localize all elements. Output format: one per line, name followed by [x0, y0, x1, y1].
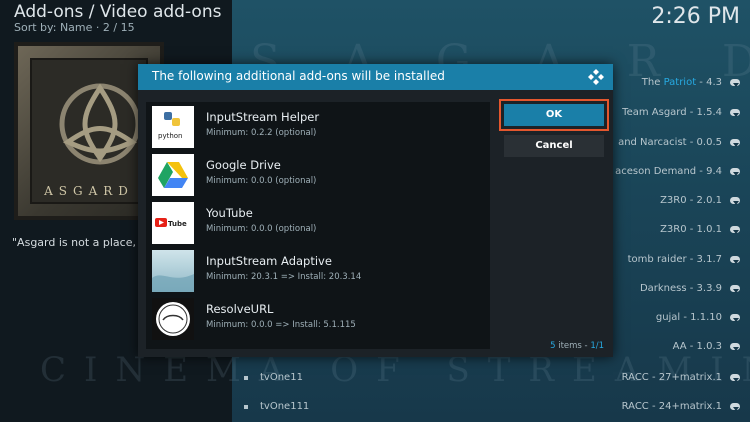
svg-text:python: python: [158, 132, 183, 140]
list-item[interactable]: and Narcacist - 0.0.5: [618, 137, 742, 148]
item-version: Minimum: 0.2.2 (optional): [206, 128, 317, 138]
cloud-download-icon: [728, 225, 742, 235]
item-count-text: items -: [555, 341, 591, 351]
clock: 2:26 PM: [651, 4, 740, 29]
dialog-title: The following additional add-ons will be…: [152, 69, 445, 83]
item-count: 5 items - 1/1: [550, 341, 604, 351]
google-drive-icon: [152, 154, 194, 196]
list-item[interactable]: RACC - 27+matrix.1: [622, 372, 742, 383]
list-item-label: gujal - 1.1.10: [656, 312, 722, 323]
list-item-label: Z3R0 - 1.0.1: [660, 224, 722, 235]
install-dependencies-dialog: The following additional add-ons will be…: [138, 64, 613, 357]
list-item-prefix: The: [641, 77, 664, 88]
cloud-download-icon: [728, 284, 742, 294]
list-item-label: RACC - 27+matrix.1: [621, 372, 722, 383]
list-item[interactable]: AA - 1.0.3: [673, 341, 742, 352]
item-version: Minimum: 0.0.0 (optional): [206, 224, 317, 234]
list-item-label: aceson Demand - 9.4: [615, 166, 722, 177]
list-item-label: tvOne111: [260, 401, 310, 412]
list-item[interactable]: RACC - 24+matrix.1: [622, 401, 742, 412]
addon-items-list[interactable]: python InputStream Helper Minimum: 0.2.2…: [146, 102, 490, 349]
cloud-download-icon: [728, 373, 742, 383]
list-item[interactable]: tvOne111: [244, 401, 309, 412]
list-item[interactable]: Z3R0 - 2.0.1: [660, 195, 742, 206]
list-item-prefix: Darkness - 3.3.9: [639, 283, 722, 294]
list-item[interactable]: The Patriot - 4.3: [642, 77, 742, 88]
list-item-suffix: - 4.3: [696, 77, 722, 88]
list-item-prefix: aceson Demand - 9.4: [615, 166, 722, 177]
cloud-download-icon: [728, 255, 742, 265]
list-item[interactable]: python InputStream Helper Minimum: 0.2.2…: [150, 104, 486, 150]
list-item-label: Z3R0 - 2.0.1: [660, 195, 722, 206]
svg-text:Tube: Tube: [168, 220, 187, 228]
list-item-label: Team Asgard - 1.5.4: [622, 107, 722, 118]
item-version: Minimum: 0.0.0 => Install: 5.1.115: [206, 320, 356, 330]
asgard-triquetra-logo: [59, 83, 141, 165]
list-item[interactable]: Darkness - 3.3.9: [640, 283, 742, 294]
bullet-icon: [244, 375, 248, 380]
list-item[interactable]: Tube YouTube Minimum: 0.0.0 (optional): [150, 200, 486, 246]
list-item-label: and Narcacist - 0.0.5: [618, 137, 722, 148]
list-item-prefix: and Narcacist - 0.0.5: [618, 137, 722, 148]
item-name: ResolveURL: [206, 302, 274, 316]
list-item-prefix: tomb raider - 3.1.7: [627, 254, 722, 265]
cloud-download-icon: [728, 196, 742, 206]
item-count-page: 1/1: [590, 341, 604, 351]
list-item[interactable]: Team Asgard - 1.5.4: [622, 107, 742, 118]
list-item-label: Darkness - 3.3.9: [640, 283, 722, 294]
youtube-icon: Tube: [152, 202, 194, 244]
list-item[interactable]: tomb raider - 3.1.7: [628, 254, 742, 265]
resolveurl-icon: [152, 298, 194, 340]
list-item-label: AA - 1.0.3: [673, 341, 722, 352]
cancel-button[interactable]: Cancel: [504, 135, 604, 157]
list-item-highlight: Patriot: [663, 77, 697, 88]
poster-title: ASGARD: [44, 184, 134, 198]
item-name: InputStream Adaptive: [206, 254, 332, 268]
list-item-prefix: Z3R0 - 2.0.1: [660, 195, 722, 206]
dialog-header: The following additional add-ons will be…: [138, 64, 613, 90]
list-item[interactable]: aceson Demand - 9.4: [615, 166, 742, 177]
list-item-label: The Patriot - 4.3: [642, 77, 722, 88]
cloud-download-icon: [728, 402, 742, 412]
list-item-prefix: Z3R0 - 1.0.1: [660, 224, 722, 235]
inputstream-adaptive-icon: [152, 250, 194, 292]
ok-button[interactable]: OK: [499, 99, 609, 131]
cloud-download-icon: [728, 78, 742, 88]
sort-info: Sort by: Name · 2 / 15: [14, 21, 135, 34]
item-name: YouTube: [206, 206, 253, 220]
list-item-label: tomb raider - 3.1.7: [628, 254, 722, 265]
page-title: Add-ons / Video add-ons: [14, 2, 222, 22]
python-icon: python: [152, 106, 194, 148]
bullet-icon: [244, 404, 248, 409]
cloud-download-icon: [728, 138, 742, 148]
item-version: Minimum: 0.0.0 (optional): [206, 176, 317, 186]
cloud-download-icon: [728, 313, 742, 323]
item-version: Minimum: 20.3.1 => Install: 20.3.14: [206, 272, 362, 282]
list-item-prefix: AA - 1.0.3: [672, 341, 722, 352]
list-item-label: RACC - 24+matrix.1: [621, 401, 722, 412]
cloud-download-icon: [728, 342, 742, 352]
list-item[interactable]: tvOne11: [244, 372, 303, 383]
list-item[interactable]: ResolveURL Minimum: 0.0.0 => Install: 5.…: [150, 296, 486, 342]
cloud-download-icon: [728, 167, 742, 177]
kodi-logo-icon: [588, 69, 604, 85]
list-item[interactable]: InputStream Adaptive Minimum: 20.3.1 => …: [150, 248, 486, 294]
list-item[interactable]: Google Drive Minimum: 0.0.0 (optional): [150, 152, 486, 198]
list-item-prefix: gujal - 1.1.10: [655, 312, 722, 323]
list-item-label: tvOne11: [260, 372, 303, 383]
list-item-prefix: Team Asgard - 1.5.4: [622, 107, 722, 118]
item-name: Google Drive: [206, 158, 281, 172]
cloud-download-icon: [728, 108, 742, 118]
item-name: InputStream Helper: [206, 110, 320, 124]
list-item[interactable]: gujal - 1.1.10: [656, 312, 742, 323]
list-item[interactable]: Z3R0 - 1.0.1: [660, 224, 742, 235]
